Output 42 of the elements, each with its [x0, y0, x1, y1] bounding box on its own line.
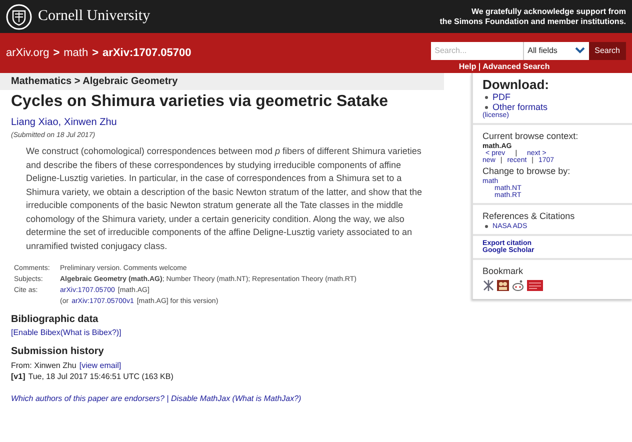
acknowledgement-text: We gratefully acknowledge support from: [471, 6, 626, 16]
bookmark-heading: Bookmark: [482, 266, 524, 276]
breadcrumb-link[interactable]: math: [64, 47, 88, 59]
references-heading: References & Citations: [482, 211, 575, 221]
abstract-text: We construct (cohomological) correspondences between mod p fibers of different Shimura varieties and describe the fibers of these correspondences by studying irreducible components of affine Deligne-Lusztig varieties. In particular, in the case of correspondences from a Shimura set to a Shimura variety, we obtain a description of the basic Newton stratum of the latter, and show that the irreducible components of the basic Newton stratum generate all the Tate classes in the middle cohomology of the Shimura variety, under a certain genericity condition. Along the way, we also determine the set of irreducible components of the affine Deligne-Lusztig variety associated to an unramified twisted conjugacy class.: [26, 145, 424, 253]
chevron-down-icon: [574, 47, 585, 54]
version-date: Tue, 18 Jul 2017 15:46:51 UTC (163 KB): [28, 371, 174, 382]
browse-by-heading: Change to browse by:: [482, 166, 570, 176]
search-button[interactable]: Search: [588, 42, 626, 60]
bullet-icon: [484, 96, 488, 98]
section-heading: Bibliographic data: [11, 314, 100, 325]
download-heading: Download:: [482, 77, 549, 92]
breadcrumb-separator: >: [92, 47, 99, 59]
paper-title: Cycles on Shimura varieties via geometric Satake: [11, 93, 390, 111]
bullet-icon: [484, 225, 488, 228]
shield-emblem-icon: [6, 4, 32, 30]
university-name: Cornell University: [38, 8, 150, 25]
subject-bar: Mathematics > Algebraic Geometry: [0, 73, 444, 90]
submitter-text: From: Xinwen Zhu: [11, 360, 76, 371]
download-link[interactable]: PDF: [492, 92, 511, 102]
bullet-icon: [484, 106, 488, 108]
field-dropdown[interactable]: All fields: [522, 42, 589, 60]
bibex-link[interactable]: [Enable Bibex(What is Bibex?)]: [11, 328, 444, 337]
browse-context-heading: Current browse context:: [482, 131, 578, 141]
alien-head-icon: [512, 280, 524, 291]
download-link[interactable]: Other formats: [492, 102, 548, 112]
people-icon: [496, 280, 509, 291]
author-separator: ,: [58, 117, 62, 128]
endorsers-link[interactable]: Which authors of this paper are endorsers? | Disable MathJax (What is MathJax?): [11, 394, 444, 403]
acknowledgement-text: the Simons Foundation and member institutions.: [440, 16, 626, 26]
badge-icon: [526, 280, 543, 291]
breadcrumb-link[interactable]: arXiv:1707.05700: [102, 47, 192, 59]
author-link[interactable]: Liang Xiao: [11, 117, 58, 128]
view-email-link[interactable]: [view email]: [79, 360, 122, 371]
breadcrumb-separator: >: [53, 47, 60, 59]
version-tag: [v1]: [11, 371, 26, 382]
section-heading: Submission history: [11, 346, 105, 357]
breadcrumb-link[interactable]: arXiv.org: [6, 47, 50, 59]
search-field[interactable]: Search...: [430, 42, 523, 60]
help-link[interactable]: Help | Advanced Search: [458, 62, 550, 70]
sparkle-icon: [482, 280, 494, 291]
author-link[interactable]: Xinwen Zhu: [64, 117, 117, 128]
